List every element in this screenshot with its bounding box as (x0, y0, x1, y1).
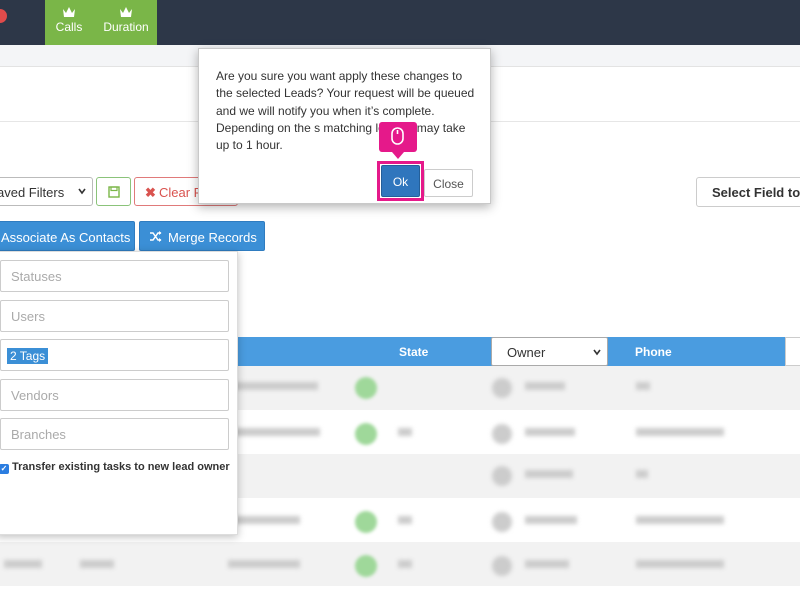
blurred-cell (398, 428, 412, 436)
blurred-cell (398, 560, 412, 568)
nav-tab-calls[interactable]: Calls (50, 0, 88, 45)
table-row[interactable] (0, 542, 800, 586)
ok-button[interactable]: Ok (381, 165, 420, 197)
close-icon: ✖ (145, 185, 156, 200)
blurred-cell (4, 560, 42, 568)
status-dot (355, 423, 377, 445)
blurred-cell (228, 382, 318, 390)
blurred-cell (636, 428, 724, 436)
chevron-down-icon (78, 188, 86, 195)
merge-records-button[interactable]: Merge Records (139, 221, 265, 251)
users-field[interactable]: Users (0, 300, 229, 332)
save-filter-button[interactable] (96, 177, 131, 206)
avatar (492, 424, 512, 444)
status-dot (355, 555, 377, 577)
branches-field[interactable]: Branches (0, 418, 229, 450)
status-dot (355, 511, 377, 533)
confirm-message: Are you sure you want apply these change… (216, 69, 475, 153)
select-field-label: Select Field to (712, 185, 800, 200)
associate-label: Associate As Contacts (1, 230, 131, 245)
bulk-edit-panel: Statuses Users 2 Tags Vendors Branches ✓… (0, 251, 238, 535)
tags-chip[interactable]: 2 Tags (7, 348, 49, 364)
blurred-cell (398, 516, 412, 524)
blurred-cell (636, 470, 648, 478)
statuses-placeholder: Statuses (11, 269, 62, 284)
save-icon (108, 186, 120, 198)
owner-column-select[interactable]: Owner (491, 337, 608, 366)
column-header-phone: Phone (635, 345, 672, 359)
transfer-tasks-checkbox[interactable]: ✓ (0, 464, 9, 474)
users-placeholder: Users (11, 309, 45, 324)
select-field-button[interactable]: Select Field to (696, 177, 800, 207)
transfer-tasks-label: Transfer existing tasks to new lead owne… (12, 461, 230, 473)
owner-select-value: Owner (507, 345, 546, 360)
blurred-cell (525, 428, 575, 436)
blurred-cell (228, 516, 300, 524)
close-button[interactable]: Close (424, 169, 473, 197)
status-dot (355, 377, 377, 399)
vendors-placeholder: Vendors (11, 388, 59, 403)
click-indicator (379, 122, 417, 159)
chevron-down-icon (593, 349, 601, 356)
ok-label: Ok (392, 175, 409, 189)
top-nav-bar: Calls Duration (0, 0, 800, 45)
saved-filters-select[interactable]: aved Filters (0, 177, 93, 206)
mouse-icon (391, 127, 404, 145)
nav-tab-duration[interactable]: Duration (98, 0, 154, 45)
crown-icon (120, 7, 132, 17)
saved-filters-label: aved Filters (0, 185, 65, 200)
blurred-cell (525, 382, 565, 390)
blurred-cell (80, 560, 114, 568)
clear-filters-label: Clear F (159, 185, 202, 200)
nav-tab-label: Calls (55, 20, 83, 34)
blurred-cell (636, 516, 724, 524)
blurred-cell (525, 560, 569, 568)
shuffle-icon (150, 231, 162, 242)
avatar (492, 378, 512, 398)
statuses-field[interactable]: Statuses (0, 260, 229, 292)
avatar (492, 556, 512, 576)
blurred-cell (228, 428, 320, 436)
crown-icon (63, 7, 75, 17)
confirm-dialog: Are you sure you want apply these change… (198, 48, 491, 204)
associate-as-contacts-button[interactable]: Associate As Contacts (0, 221, 135, 251)
branches-placeholder: Branches (11, 427, 66, 442)
tags-field[interactable]: 2 Tags (0, 339, 229, 371)
merge-label: Merge Records (168, 230, 257, 245)
table-header-extra (785, 337, 800, 366)
blurred-cell (636, 560, 724, 568)
close-label: Close (433, 177, 464, 191)
avatar (492, 466, 512, 486)
close-window-icon[interactable] (0, 9, 7, 23)
blurred-cell (525, 470, 573, 478)
nav-tab-label: Duration (103, 20, 149, 34)
blurred-cell (525, 516, 577, 524)
transfer-tasks-option[interactable]: ✓ Transfer existing tasks to new lead own… (0, 461, 230, 474)
avatar (492, 512, 512, 532)
vendors-field[interactable]: Vendors (0, 379, 229, 411)
column-header-state: State (399, 345, 429, 359)
blurred-cell (228, 560, 300, 568)
blurred-cell (636, 382, 650, 390)
